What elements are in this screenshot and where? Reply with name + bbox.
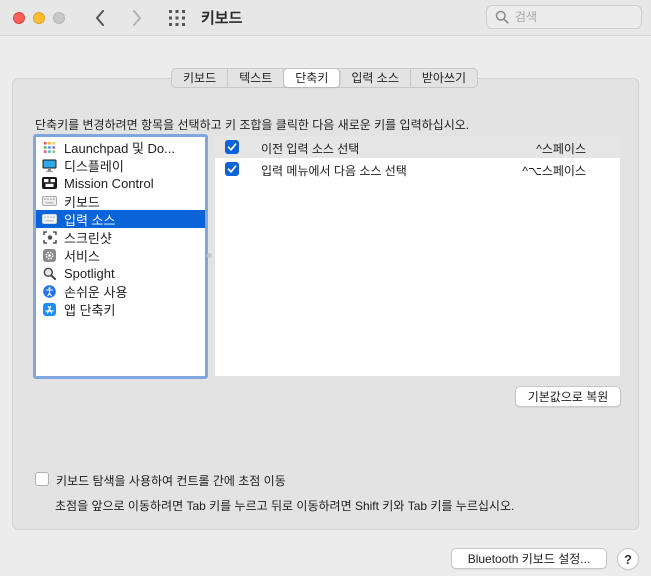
search-input[interactable] xyxy=(515,9,635,25)
accessibility-icon xyxy=(42,284,57,298)
minimize-window-button[interactable] xyxy=(33,12,45,24)
services-gear-icon xyxy=(42,248,57,262)
category-label: 손쉬운 사용 xyxy=(64,284,128,300)
chevron-left-icon xyxy=(96,10,104,26)
shortcut-key-combo[interactable]: ^스페이스 xyxy=(536,140,586,157)
category-label: Mission Control xyxy=(64,175,154,191)
chevron-right-icon xyxy=(133,10,141,26)
window-title: 키보드 xyxy=(201,10,243,27)
keyboard-navigation-label[interactable]: 키보드 탐색을 사용하여 컨트롤 간에 초점 이동 xyxy=(56,472,286,489)
shortcut-category-list[interactable]: Launchpad 및 Do... 디스플레이 Mission Control xyxy=(33,134,208,379)
category-keyboard[interactable]: 키보드 xyxy=(36,192,205,210)
shortcut-table: 이전 입력 소스 선택 ^스페이스 입력 메뉴에서 다음 소스 선택 ^⌥스페이… xyxy=(215,136,620,376)
checkmark-icon xyxy=(227,165,237,173)
shortcut-row-previous-source[interactable]: 이전 입력 소스 선택 ^스페이스 xyxy=(215,136,620,158)
category-app-shortcuts[interactable]: 앱 단축키 xyxy=(36,300,205,318)
bluetooth-keyboard-setup-button[interactable]: Bluetooth 키보드 설정... xyxy=(451,548,607,569)
tab-keyboard[interactable]: 키보드 xyxy=(172,69,229,87)
back-button[interactable] xyxy=(88,6,112,30)
category-label: 키보드 xyxy=(64,194,100,210)
category-label: Launchpad 및 Do... xyxy=(64,140,175,156)
tab-bar: 키보드 텍스트 단축키 입력 소스 받아쓰기 xyxy=(171,68,479,88)
keyboard-navigation-note: 초점을 앞으로 이동하려면 Tab 키를 누르고 뒤로 이동하려면 Shift … xyxy=(55,499,515,513)
title-bar: 키보드 xyxy=(0,0,651,36)
category-launchpad-dock[interactable]: Launchpad 및 Do... xyxy=(36,138,205,156)
tab-text[interactable]: 텍스트 xyxy=(228,69,285,87)
restore-defaults-button[interactable]: 기본값으로 복원 xyxy=(515,386,621,407)
tab-dictation[interactable]: 받아쓰기 xyxy=(411,69,477,87)
help-button[interactable]: ? xyxy=(617,548,639,570)
keyboard-navigation-checkbox[interactable] xyxy=(35,472,49,486)
input-source-icon xyxy=(42,213,57,226)
category-services[interactable]: 서비스 xyxy=(36,246,205,264)
screenshot-icon xyxy=(42,230,57,244)
spotlight-magnifier-icon xyxy=(42,267,57,280)
show-all-grid-button[interactable] xyxy=(167,8,187,28)
category-spotlight[interactable]: Spotlight xyxy=(36,264,205,282)
category-label: 스크린샷 xyxy=(64,230,112,246)
shortcut-row-next-source[interactable]: 입력 메뉴에서 다음 소스 선택 ^⌥스페이스 xyxy=(215,158,620,180)
category-label: 서비스 xyxy=(64,248,100,264)
shortcut-enabled-checkbox[interactable] xyxy=(225,162,239,176)
search-icon xyxy=(495,10,509,24)
category-label: 앱 단축키 xyxy=(64,302,116,318)
instructions-text: 단축키를 변경하려면 항목을 선택하고 키 조합을 클릭한 다음 새로운 키를 … xyxy=(35,118,470,132)
shortcut-enabled-checkbox[interactable] xyxy=(225,140,239,154)
keyboard-icon xyxy=(42,195,57,208)
close-window-button[interactable] xyxy=(13,12,25,24)
search-field[interactable] xyxy=(486,5,642,29)
forward-button[interactable] xyxy=(125,6,149,30)
app-store-icon xyxy=(42,302,57,316)
category-display[interactable]: 디스플레이 xyxy=(36,156,205,174)
category-mission-control[interactable]: Mission Control xyxy=(36,174,205,192)
category-label: 입력 소스 xyxy=(64,212,116,228)
tab-shortcuts[interactable]: 단축키 xyxy=(284,69,341,87)
category-input-sources[interactable]: 입력 소스 xyxy=(36,210,205,228)
category-label: Spotlight xyxy=(64,265,115,281)
category-screenshots[interactable]: 스크린샷 xyxy=(36,228,205,246)
tab-input-sources[interactable]: 입력 소스 xyxy=(340,69,411,87)
display-icon xyxy=(42,159,57,172)
category-accessibility[interactable]: 손쉬운 사용 xyxy=(36,282,205,300)
grid-icon xyxy=(169,10,185,26)
shortcut-key-combo[interactable]: ^⌥스페이스 xyxy=(522,162,586,179)
zoom-window-button[interactable] xyxy=(53,12,65,24)
shortcut-label: 이전 입력 소스 선택 xyxy=(261,142,360,156)
mission-control-icon xyxy=(42,177,57,190)
checkmark-icon xyxy=(227,143,237,151)
split-view-divider-handle[interactable] xyxy=(207,253,212,258)
shortcut-label: 입력 메뉴에서 다음 소스 선택 xyxy=(261,164,407,178)
category-label: 디스플레이 xyxy=(64,158,124,174)
launchpad-icon xyxy=(42,141,57,154)
